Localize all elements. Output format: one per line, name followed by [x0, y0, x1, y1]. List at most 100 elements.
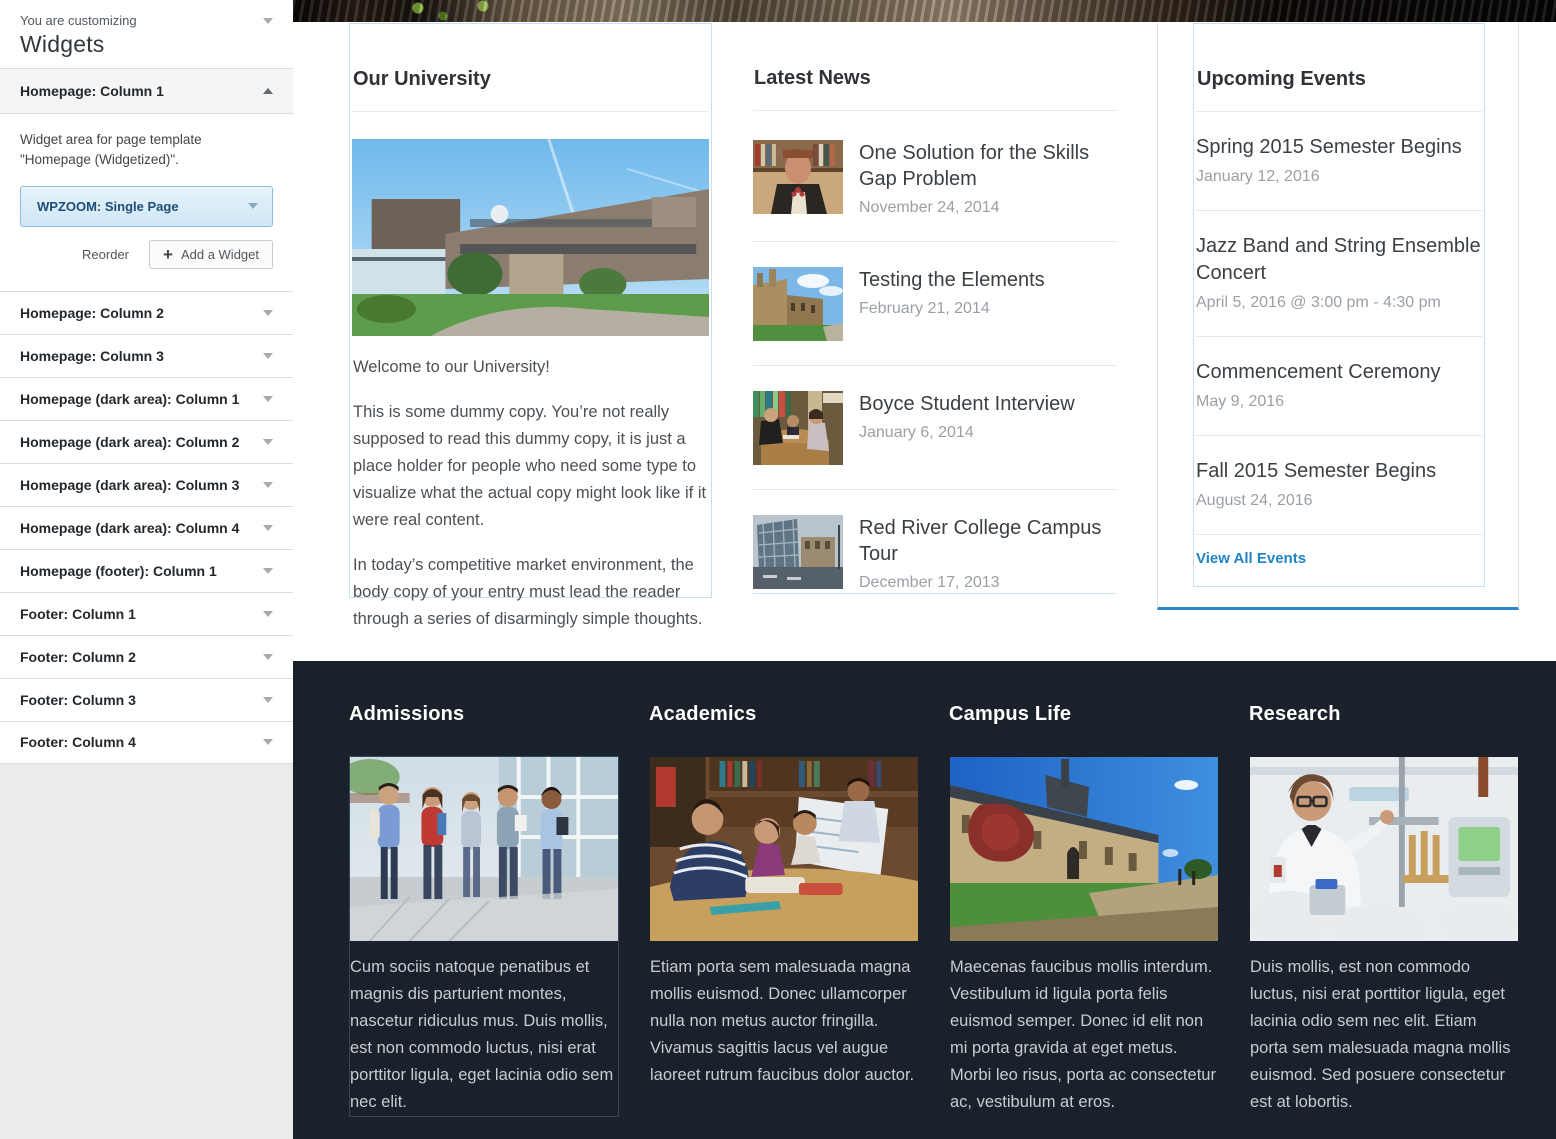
students-walking-photo [350, 757, 618, 941]
footer-widget-highlight: Cum sociis natoque penatibus et magnis d… [349, 756, 619, 1117]
sidebar-item-footer-column-2[interactable]: Footer: Column 2 [0, 635, 293, 678]
add-widget-button[interactable]: + Add a Widget [149, 240, 273, 269]
sidebar-item-footer-column-4[interactable]: Footer: Column 4 [0, 721, 293, 764]
event-title-link[interactable]: Jazz Band and String Ensemble Concert [1196, 233, 1482, 287]
panel-collapse-icon[interactable] [263, 18, 273, 24]
chevron-down-icon [263, 654, 273, 660]
event-date: January 12, 2016 [1196, 168, 1482, 186]
about-paragraph-2: In today’s competitive market environmen… [353, 552, 708, 633]
event-title-link[interactable]: Commencement Ceremony [1196, 359, 1482, 386]
news-item: One Solution for the Skills Gap Problem … [753, 115, 1117, 242]
widget-area-upcoming-events: Upcoming Events Spring 2015 Semester Beg… [1157, 23, 1519, 610]
chevron-up-icon [263, 88, 273, 94]
reorder-button[interactable]: Reorder [82, 247, 129, 262]
footer-heading: Academics [649, 703, 919, 726]
footer-heading: Research [1249, 703, 1519, 726]
news-title-link[interactable]: Testing the Elements [859, 267, 1045, 293]
about-paragraph-1: This is some dummy copy. You’re not real… [353, 399, 708, 534]
footer-column-academics: Academics [649, 703, 919, 1139]
classroom-study-photo [650, 757, 918, 941]
chevron-down-icon [263, 739, 273, 745]
news-title-link[interactable]: One Solution for the Skills Gap Problem [859, 140, 1117, 192]
event-item: Fall 2015 Semester Begins August 24, 201… [1196, 436, 1482, 535]
news-thumbnail-gothic-campus[interactable] [753, 267, 843, 341]
news-item: Boyce Student Interview January 6, 2014 [753, 366, 1117, 490]
event-item: Jazz Band and String Ensemble Concert Ap… [1196, 211, 1482, 337]
widget-area-description: Widget area for page template "Homepage … [20, 130, 273, 171]
sidebar-item-dark-area-column-1[interactable]: Homepage (dark area): Column 1 [0, 377, 293, 420]
section-homepage-column-1-body: Widget area for page template "Homepage … [0, 114, 293, 291]
hero-photo-strip [293, 0, 1556, 22]
widget-upcoming-events: Upcoming Events Spring 2015 Semester Beg… [1193, 23, 1485, 587]
about-heading: Our University [353, 68, 709, 91]
section-list: Homepage: Column 2 Homepage: Column 3 Ho… [0, 291, 293, 764]
news-thumbnail-campus-street[interactable] [753, 515, 843, 589]
chevron-down-icon [263, 439, 273, 445]
chevron-down-icon [263, 396, 273, 402]
news-thumbnail-portrait[interactable] [753, 140, 843, 214]
news-date: February 21, 2014 [859, 300, 1045, 318]
news-item: Testing the Elements February 21, 2014 [753, 242, 1117, 366]
chevron-down-icon [263, 611, 273, 617]
event-date: May 9, 2016 [1196, 393, 1482, 411]
news-date: January 6, 2014 [859, 424, 1075, 442]
sidebar-item-homepage-footer-column-1[interactable]: Homepage (footer): Column 1 [0, 549, 293, 592]
event-title-link[interactable]: Fall 2015 Semester Begins [1196, 458, 1482, 485]
footer-heading: Admissions [349, 703, 619, 726]
customizing-kicker: You are customizing [20, 13, 137, 28]
chevron-down-icon [263, 482, 273, 488]
sidebar-item-dark-area-column-4[interactable]: Homepage (dark area): Column 4 [0, 506, 293, 549]
university-building-photo [352, 139, 709, 336]
footer-column-research: Research [1249, 703, 1519, 1139]
view-all-events-link[interactable]: View All Events [1196, 550, 1306, 567]
page-title: Widgets [20, 31, 273, 58]
footer-text: Duis mollis, est non commodo luctus, nis… [1250, 954, 1518, 1116]
news-date: November 24, 2014 [859, 199, 1117, 217]
event-date: August 24, 2016 [1196, 492, 1482, 510]
footer-column-admissions: Admissions [349, 703, 619, 1139]
ivy-college-building-photo [950, 757, 1218, 941]
plus-icon: + [163, 248, 173, 261]
event-item: Spring 2015 Semester Begins January 12, … [1196, 112, 1482, 211]
about-intro: Welcome to our University! [353, 354, 708, 381]
sidebar-item-dark-area-column-3[interactable]: Homepage (dark area): Column 3 [0, 463, 293, 506]
chevron-down-icon [263, 568, 273, 574]
sidebar-item-homepage-column-2[interactable]: Homepage: Column 2 [0, 291, 293, 334]
events-heading: Upcoming Events [1197, 68, 1482, 91]
sidebar-item-homepage-column-3[interactable]: Homepage: Column 3 [0, 334, 293, 377]
customizer-sidebar: You are customizing Widgets Homepage: Co… [0, 0, 293, 1139]
widget-wpzoom-single-page[interactable]: WPZOOM: Single Page [20, 186, 273, 227]
footer-heading: Campus Life [949, 703, 1219, 726]
news-title-link[interactable]: Boyce Student Interview [859, 391, 1075, 417]
customizer-header: You are customizing Widgets [0, 0, 293, 69]
event-item: Commencement Ceremony May 9, 2016 [1196, 337, 1482, 436]
event-title-link[interactable]: Spring 2015 Semester Begins [1196, 134, 1482, 161]
widget-our-university: Our University [349, 23, 712, 598]
news-date: December 17, 2013 [859, 574, 1117, 592]
divider [753, 110, 1117, 111]
footer-column-campus-life: Campus Life [949, 703, 1219, 1139]
add-widget-label: Add a Widget [181, 247, 259, 262]
sidebar-item-footer-column-3[interactable]: Footer: Column 3 [0, 678, 293, 721]
news-heading: Latest News [754, 67, 1117, 90]
sidebar-item-dark-area-column-2[interactable]: Homepage (dark area): Column 2 [0, 420, 293, 463]
chevron-down-icon [248, 203, 258, 209]
chevron-down-icon [263, 353, 273, 359]
section-label: Homepage: Column 1 [20, 83, 164, 99]
site-preview: Our University [293, 0, 1556, 1139]
footer-text: Etiam porta sem malesuada magna mollis e… [650, 954, 918, 1089]
news-title-link[interactable]: Red River College Campus Tour [859, 515, 1117, 567]
widget-name: WPZOOM: Single Page [37, 199, 179, 214]
footer-text: Maecenas faucibus mollis interdum. Vesti… [950, 954, 1218, 1116]
footer-text: Cum sociis natoque penatibus et magnis d… [350, 954, 618, 1116]
widget-latest-news: Latest News [753, 23, 1117, 594]
divider [352, 111, 709, 112]
dark-footer: Admissions [293, 661, 1556, 1139]
lab-researcher-photo [1250, 757, 1518, 941]
chevron-down-icon [263, 525, 273, 531]
chevron-down-icon [263, 310, 273, 316]
news-item: Red River College Campus Tour December 1… [753, 490, 1117, 616]
sidebar-item-footer-column-1[interactable]: Footer: Column 1 [0, 592, 293, 635]
news-thumbnail-library-interview[interactable] [753, 391, 843, 465]
section-homepage-column-1[interactable]: Homepage: Column 1 [0, 69, 293, 114]
